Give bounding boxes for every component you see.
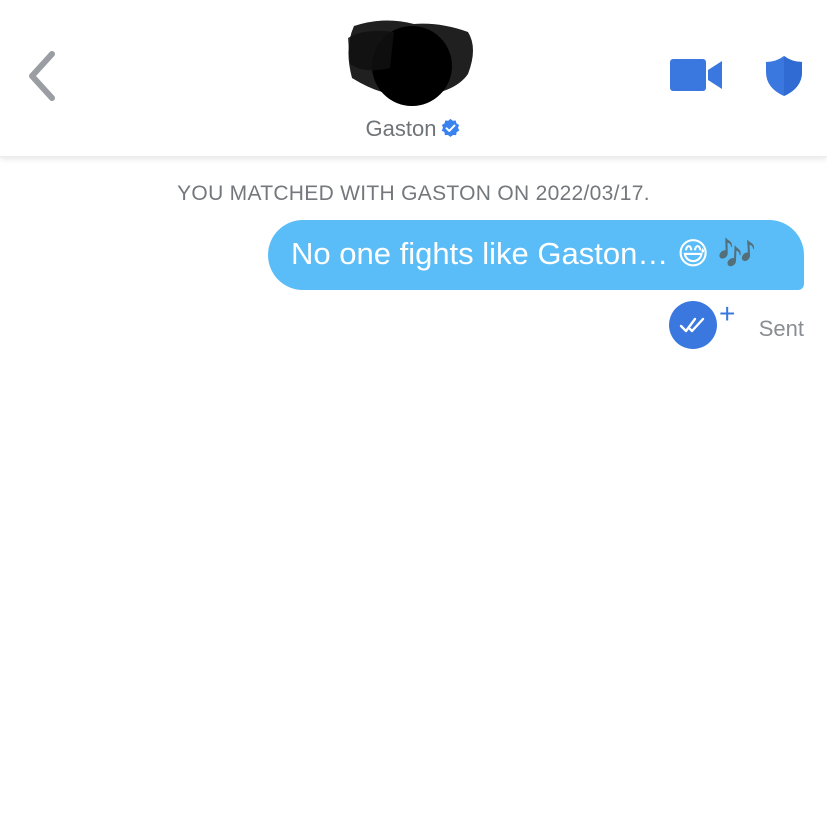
video-call-button[interactable]	[668, 57, 724, 93]
verified-badge-icon	[442, 118, 460, 137]
chat-header: Gaston	[0, 0, 827, 157]
double-check-icon	[669, 301, 717, 349]
shield-icon	[766, 56, 802, 96]
contact-name: Gaston	[365, 116, 437, 141]
video-camera-icon	[670, 59, 722, 91]
avatar[interactable]	[344, 18, 476, 110]
message-status: Sent	[758, 316, 804, 341]
contact-name-row[interactable]: Gaston	[0, 116, 827, 142]
read-receipt-button[interactable]	[668, 300, 718, 350]
match-notice: YOU MATCHED WITH GASTON ON 2022/03/17.	[177, 182, 650, 205]
chevron-left-icon	[29, 51, 55, 101]
back-button[interactable]	[22, 48, 66, 104]
safety-toolkit-button[interactable]	[764, 54, 804, 98]
plus-icon[interactable]: +	[719, 300, 735, 328]
redacted-avatar	[348, 20, 473, 106]
message-bubble[interactable]: No one fights like Gaston… 😅 🎶	[268, 220, 804, 290]
